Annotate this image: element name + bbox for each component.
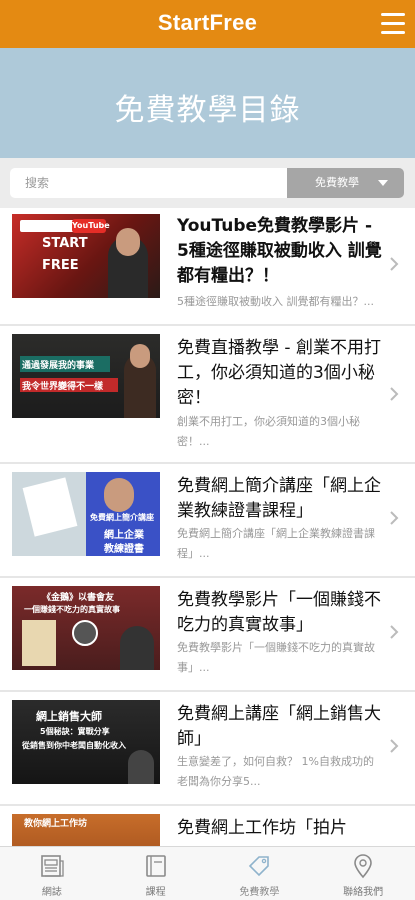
thumb-caption: 免費網上簡介講座 bbox=[90, 513, 154, 522]
search-input[interactable] bbox=[10, 168, 287, 198]
list-item[interactable]: YouTube START FREE YouTube免費教學影片 - 5種途徑賺… bbox=[0, 208, 415, 326]
tab-free-tutorials[interactable]: 免費教學 bbox=[208, 847, 312, 900]
search-bar: 免費教學 bbox=[0, 158, 415, 208]
tab-label: 課程 bbox=[145, 887, 166, 898]
tab-label: 免費教學 bbox=[239, 887, 280, 898]
top-app-bar: StartFree bbox=[0, 0, 415, 48]
thumb-caption: 教練證書 bbox=[104, 544, 144, 555]
thumb-caption: 從銷售到你中老闆自動化收入 bbox=[22, 741, 126, 750]
chevron-right-icon bbox=[390, 387, 399, 401]
document-icon bbox=[41, 855, 64, 877]
thumb-caption: FREE bbox=[42, 258, 79, 273]
page-title: 免費教學目錄 bbox=[114, 93, 301, 128]
list-item[interactable]: 《金鵝》以書會友 一個賺錢不吃力的真實故事 免費教學影片「一個賺錢不吃力的真實故… bbox=[0, 578, 415, 692]
thumbnail-image: 免費網上簡介講座 網上企業 教練證書 bbox=[12, 472, 160, 556]
bottom-tab-bar: 網誌 課程 免費教學 聯絡我們 bbox=[0, 846, 415, 900]
list-item[interactable]: 免費網上簡介講座 網上企業 教練證書 免費網上簡介講座「網上企業教練證書課程」 … bbox=[0, 464, 415, 578]
thumb-caption: 我令世界變得不一樣 bbox=[22, 382, 104, 392]
item-title: 免費教學影片「一個賺錢不吃力的真實故事」 bbox=[177, 590, 381, 635]
category-select-value: 免費教學 bbox=[315, 176, 359, 189]
tab-contact[interactable]: 聯絡我們 bbox=[311, 847, 415, 900]
thumbnail-image: 通過發展我的事業 我令世界變得不一樣 bbox=[12, 334, 160, 418]
thumb-caption: 5個秘訣：實戰分享 bbox=[40, 727, 110, 736]
item-title: 免費直播教學 - 創業不用打工，你必須知道的3個小秘密！ bbox=[177, 338, 381, 408]
book-icon bbox=[145, 855, 166, 877]
list-item[interactable]: 教你網上工作坊 免費網上工作坊「拍片 bbox=[0, 806, 415, 846]
item-description: 免費網上簡介講座「網上企業教練證書課程」... bbox=[177, 527, 375, 560]
tab-courses[interactable]: 課程 bbox=[104, 847, 208, 900]
course-list: YouTube START FREE YouTube免費教學影片 - 5種途徑賺… bbox=[0, 208, 415, 846]
chevron-right-icon bbox=[390, 625, 399, 639]
thumb-caption: 《金鵝》以書會友 bbox=[42, 593, 115, 603]
thumbnail-image: YouTube START FREE bbox=[12, 214, 160, 298]
app-screen: StartFree 免費教學目錄 免費教學 YouTube START FREE bbox=[0, 0, 415, 900]
thumbnail-image: 網上銷售大師 5個秘訣：實戰分享 從銷售到你中老闆自動化收入 bbox=[12, 700, 160, 784]
thumb-caption: 教你網上工作坊 bbox=[24, 819, 88, 829]
item-description: 免費教學影片「一個賺錢不吃力的真實故事」... bbox=[177, 641, 375, 674]
thumbnail-image: 《金鵝》以書會友 一個賺錢不吃力的真實故事 bbox=[12, 586, 160, 670]
chevron-right-icon bbox=[390, 257, 399, 271]
thumb-caption: 網上銷售大師 bbox=[36, 710, 102, 723]
thumb-caption: START bbox=[42, 236, 88, 251]
thumb-caption: 通過發展我的事業 bbox=[22, 361, 95, 371]
tab-label: 聯絡我們 bbox=[343, 887, 384, 898]
location-pin-icon bbox=[354, 854, 372, 879]
item-description: 創業不用打工，你必須知道的3個小秘密！... bbox=[177, 415, 360, 448]
item-title: 免費網上工作坊「拍片 bbox=[177, 818, 347, 838]
tab-blog[interactable]: 網誌 bbox=[0, 847, 104, 900]
item-description: 生意變差了，如何自救？ 1%自救成功的老闆為你分享5... bbox=[177, 755, 374, 788]
item-description: 5種途徑賺取被動收入 訓覺都有糧出？... bbox=[177, 295, 374, 308]
tab-label: 網誌 bbox=[41, 887, 62, 898]
thumbnail-image: 教你網上工作坊 bbox=[12, 814, 160, 846]
item-title: 免費網上講座「網上銷售大師」 bbox=[177, 704, 381, 749]
thumb-badge: YouTube bbox=[72, 219, 110, 233]
category-select[interactable]: 免費教學 bbox=[287, 168, 404, 198]
thumb-caption: 一個賺錢不吃力的真實故事 bbox=[24, 605, 120, 614]
hamburger-menu-icon[interactable] bbox=[381, 13, 405, 35]
list-item[interactable]: 通過發展我的事業 我令世界變得不一樣 免費直播教學 - 創業不用打工，你必須知道… bbox=[0, 326, 415, 464]
list-item[interactable]: 網上銷售大師 5個秘訣：實戰分享 從銷售到你中老闆自動化收入 免費網上講座「網上… bbox=[0, 692, 415, 806]
thumb-caption: 網上企業 bbox=[104, 530, 144, 541]
tag-icon bbox=[249, 856, 270, 877]
chevron-right-icon bbox=[390, 511, 399, 525]
item-title: 免費網上簡介講座「網上企業教練證書課程」 bbox=[177, 476, 381, 521]
item-title: YouTube免費教學影片 - 5種途徑賺取被動收入 訓覺都有糧出？！ bbox=[177, 216, 382, 286]
caret-down-icon bbox=[378, 180, 388, 186]
chevron-right-icon bbox=[390, 739, 399, 753]
app-title: StartFree bbox=[157, 10, 258, 35]
hero-banner: 免費教學目錄 bbox=[0, 48, 415, 158]
